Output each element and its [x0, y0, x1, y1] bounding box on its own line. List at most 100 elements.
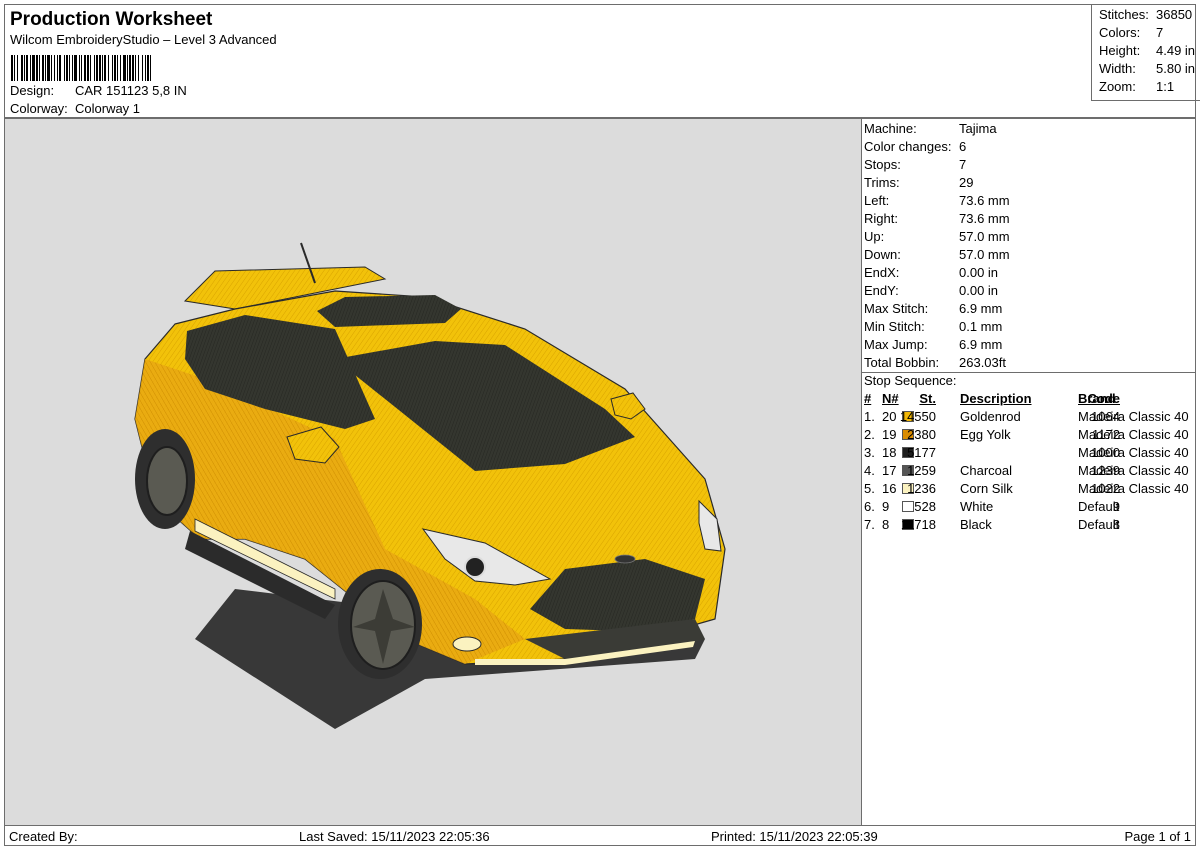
info-label: Machine:	[864, 121, 917, 136]
info-total-bobbin: Total Bobbin: 263.03ft	[864, 355, 1006, 370]
header-needle: N#	[882, 391, 899, 406]
row-description: Black	[960, 517, 992, 532]
stats-box: Stitches: 36850 Colors: 7 Height: 4.49 in W…	[1091, 5, 1200, 101]
stat-label: Width:	[1099, 61, 1136, 76]
info-label: Right:	[864, 211, 898, 226]
row-num: 3.	[864, 445, 875, 460]
header-stitches: St.	[919, 391, 936, 406]
info-value: 263.03ft	[959, 355, 1006, 370]
stop-sequence-row: 3. 18 5177 1000 Madeira Classic 40	[864, 445, 1194, 463]
info-label: Trims:	[864, 175, 900, 190]
row-stitches: 528	[914, 499, 936, 514]
row-num: 1.	[864, 409, 875, 424]
row-needle: 20	[882, 409, 897, 424]
stop-sequence-row: 1. 20 14550 Goldenrod 1064 Madeira Classic 40	[864, 409, 1194, 427]
info-min-stitch: Min Stitch: 0.1 mm	[864, 319, 1002, 334]
row-needle: 19	[882, 427, 897, 442]
row-brand: Madeira Classic 40	[1078, 481, 1189, 496]
row-stitches: 1259	[907, 463, 936, 478]
info-value: Tajima	[959, 121, 997, 136]
row-needle: 18	[882, 445, 897, 460]
stop-sequence-row: 2. 19 2380 Egg Yolk 1172 Madeira Classic 40	[864, 427, 1194, 445]
info-label: Min Stitch:	[864, 319, 925, 334]
stop-sequence-label: Stop Sequence:	[864, 373, 957, 388]
design-name: CAR 151123 5,8 IN	[75, 83, 187, 98]
info-label: EndX:	[864, 265, 900, 280]
info-value: 6.9 mm	[959, 337, 1003, 352]
design-barcode	[11, 55, 279, 81]
info-label: Total Bobbin:	[864, 355, 940, 370]
design-row: Design: CAR 151123 5,8 IN	[10, 83, 187, 98]
stop-sequence-row: 5. 16 1236 Corn Silk 1022 Madeira Classic 40	[864, 481, 1194, 499]
info-right: Right: 73.6 mm	[864, 211, 1010, 226]
stat-value: 5.80 in	[1156, 61, 1196, 76]
colorway-label: Colorway:	[10, 101, 68, 116]
row-num: 7.	[864, 517, 875, 532]
info-stops: Stops: 7	[864, 157, 966, 172]
colorway-name: Colorway 1	[75, 101, 141, 116]
page-title: Production Worksheet	[10, 9, 213, 30]
stat-label: Colors:	[1099, 25, 1141, 40]
stat-width: Width: 5.80 in	[1099, 61, 1195, 76]
row-stitches: 5177	[907, 445, 936, 460]
row-brand: Madeira Classic 40	[1078, 463, 1189, 478]
info-machine: Machine: Tajima	[864, 121, 997, 136]
design-label: Design:	[10, 83, 55, 98]
row-num: 2.	[864, 427, 875, 442]
stat-stitches: Stitches: 36850	[1099, 7, 1192, 22]
row-brand: Default	[1078, 499, 1120, 514]
row-num: 4.	[864, 463, 875, 478]
info-value: 57.0 mm	[959, 247, 1010, 262]
stat-value: 1:1	[1156, 79, 1175, 94]
stat-colors: Colors: 7	[1099, 25, 1163, 40]
row-description: Egg Yolk	[960, 427, 1011, 442]
stat-label: Stitches:	[1099, 7, 1149, 22]
stat-value: 36850	[1156, 7, 1193, 22]
info-max-stitch: Max Stitch: 6.9 mm	[864, 301, 1002, 316]
row-description: Corn Silk	[960, 481, 1013, 496]
stat-height: Height: 4.49 in	[1099, 43, 1195, 58]
colorway-row: Colorway: Colorway 1	[10, 101, 140, 116]
info-up: Up: 57.0 mm	[864, 229, 1010, 244]
row-description: Charcoal	[960, 463, 1013, 478]
row-description: White	[960, 499, 994, 514]
last-saved: Last Saved: 15/11/2023 22:05:36	[299, 829, 490, 844]
row-stitches: 14550	[899, 409, 936, 424]
row-stitches: 2380	[907, 427, 936, 442]
info-value: 57.0 mm	[959, 229, 1010, 244]
row-needle: 9	[882, 499, 890, 514]
info-label: Color changes:	[864, 139, 952, 154]
info-value: 0.00 in	[959, 283, 999, 298]
info-value: 73.6 mm	[959, 211, 1010, 226]
machine-info-panel: Machine: Tajima Color changes: 6 Stops: 7 T…	[861, 118, 1196, 826]
stat-value: 4.49 in	[1156, 43, 1196, 58]
stop-sequence-row: 4. 17 1259 Charcoal 1239 Madeira Classic 40	[864, 463, 1194, 481]
row-brand: Madeira Classic 40	[1078, 445, 1189, 460]
info-value: 73.6 mm	[959, 193, 1010, 208]
stat-label: Zoom:	[1099, 79, 1136, 94]
info-value: 0.00 in	[959, 265, 999, 280]
car-embroidery-image	[134, 242, 726, 729]
created-by: Created By:	[9, 829, 78, 844]
info-value: 7	[959, 157, 967, 172]
row-needle: 8	[882, 517, 890, 532]
info-max-jump: Max Jump: 6.9 mm	[864, 337, 1002, 352]
row-brand: Madeira Classic 40	[1078, 427, 1189, 442]
header-num: #	[864, 391, 872, 406]
software-name: Wilcom EmbroideryStudio – Level 3 Advanc…	[10, 32, 277, 47]
info-endy: EndY: 0.00 in	[864, 283, 998, 298]
row-needle: 17	[882, 463, 897, 478]
info-label: Max Stitch:	[864, 301, 929, 316]
info-label: Left:	[864, 193, 890, 208]
info-value: 29	[959, 175, 974, 190]
info-left: Left: 73.6 mm	[864, 193, 1010, 208]
worksheet-header: Production Worksheet Wilcom EmbroiderySt…	[4, 4, 1200, 118]
info-label: Stops:	[864, 157, 901, 172]
row-stitches: 1236	[907, 481, 936, 496]
header-description: Description	[960, 391, 1032, 406]
info-endx: EndX: 0.00 in	[864, 265, 998, 280]
row-num: 6.	[864, 499, 875, 514]
info-down: Down: 57.0 mm	[864, 247, 1010, 262]
info-trims: Trims: 29	[864, 175, 973, 190]
stat-zoom: Zoom: 1:1	[1099, 79, 1174, 94]
